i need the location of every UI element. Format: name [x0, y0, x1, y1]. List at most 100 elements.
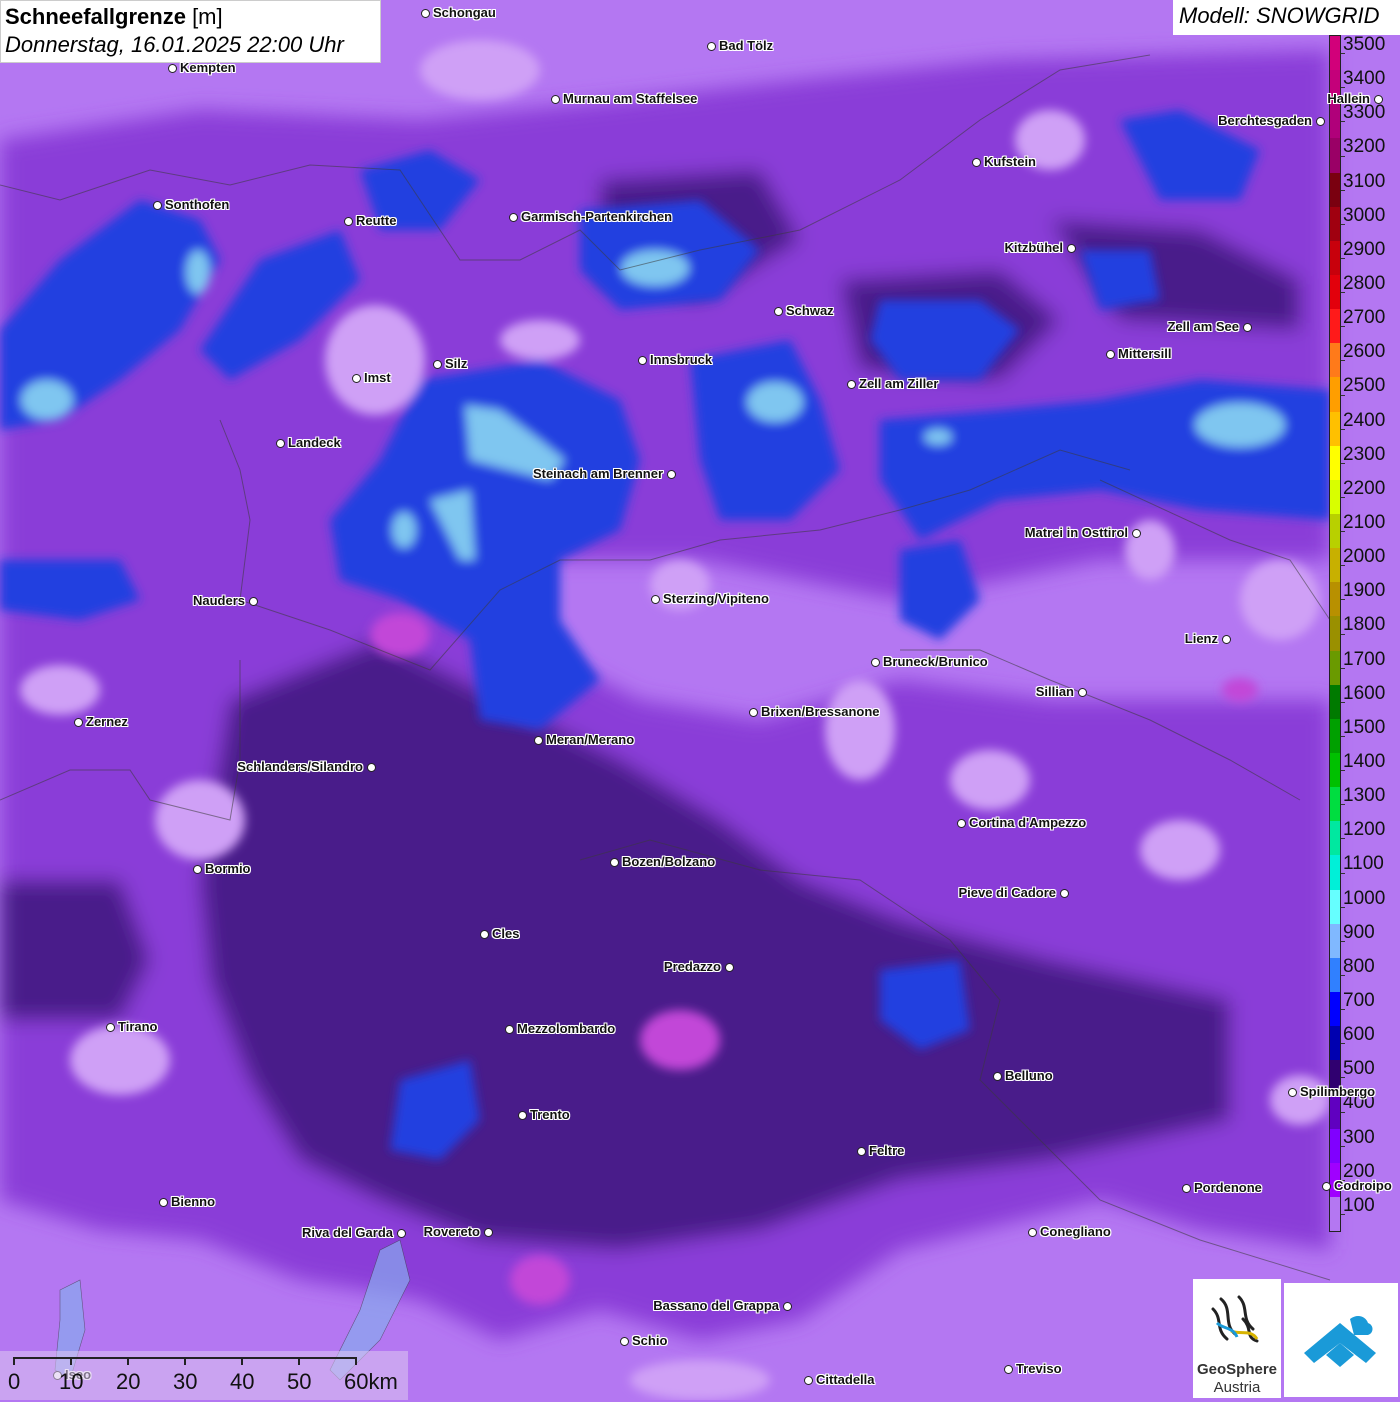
city-marker[interactable]	[1106, 350, 1115, 359]
legend-label: 1900	[1343, 580, 1386, 602]
city-marker[interactable]	[957, 819, 966, 828]
city-marker[interactable]	[505, 1025, 514, 1034]
city-marker[interactable]	[610, 858, 619, 867]
city-marker[interactable]	[783, 1302, 792, 1311]
city-label: Belluno	[1005, 1068, 1053, 1083]
city-marker[interactable]	[1060, 889, 1069, 898]
city-marker[interactable]	[153, 201, 162, 210]
legend-color-swatch	[1330, 138, 1340, 174]
city-marker[interactable]	[74, 718, 83, 727]
city-marker[interactable]	[480, 930, 489, 939]
legend-color-swatch	[1330, 992, 1340, 1027]
legend-label: 1400	[1343, 751, 1386, 772]
city-marker[interactable]	[484, 1228, 493, 1237]
legend-color-swatch	[1330, 923, 1340, 959]
city-marker[interactable]	[421, 9, 430, 18]
city-marker[interactable]	[1067, 244, 1076, 253]
legend-tick	[1341, 292, 1345, 294]
city-label: Mittersill	[1118, 346, 1172, 361]
city-label: Bassano del Grappa	[653, 1298, 779, 1313]
legend-color-swatch	[1330, 1196, 1340, 1232]
city-marker[interactable]	[774, 307, 783, 316]
legend-tick	[1341, 735, 1345, 737]
city-label: Treviso	[1016, 1361, 1062, 1376]
legend-color-swatch	[1330, 343, 1340, 378]
city-marker[interactable]	[725, 963, 734, 972]
scale-label: 20	[116, 1369, 141, 1394]
city-marker[interactable]	[551, 95, 560, 104]
city-marker[interactable]	[847, 380, 856, 389]
legend-label: 2100	[1343, 512, 1386, 533]
city-marker[interactable]	[667, 470, 676, 479]
legend-color-swatch	[1330, 821, 1340, 856]
legend-label: 100	[1343, 1194, 1375, 1216]
city-marker[interactable]	[651, 595, 660, 604]
city-marker[interactable]	[1322, 1182, 1331, 1191]
city-label: Conegliano	[1040, 1224, 1111, 1239]
geosphere-austria-logo[interactable]: GeoSphere Austria	[1193, 1279, 1281, 1398]
legend-color-swatch	[1330, 377, 1340, 413]
legend-label: 1500	[1343, 716, 1386, 738]
city-marker[interactable]	[534, 736, 543, 745]
legend-tick	[1341, 462, 1345, 464]
city-marker[interactable]	[367, 763, 376, 772]
city-marker[interactable]	[993, 1072, 1002, 1081]
city-marker[interactable]	[1374, 95, 1383, 104]
legend-tick	[1341, 872, 1345, 874]
city-marker[interactable]	[344, 217, 353, 226]
city-label: Codroipo	[1334, 1178, 1392, 1193]
city-label: Bienno	[171, 1194, 216, 1209]
legend-label: 1200	[1343, 819, 1386, 841]
city-marker[interactable]	[168, 64, 177, 73]
city-label: Cittadella	[816, 1372, 875, 1387]
city-label: Bozen/Bolzano	[622, 854, 716, 869]
legend-label: 2200	[1343, 477, 1386, 499]
city-marker[interactable]	[1243, 323, 1252, 332]
city-marker[interactable]	[249, 597, 258, 606]
scale-label: 60km	[344, 1369, 398, 1394]
city-marker[interactable]	[106, 1023, 115, 1032]
legend-label: 2500	[1343, 375, 1386, 397]
city-marker[interactable]	[1004, 1365, 1013, 1374]
scale-tick	[70, 1357, 72, 1365]
city-marker[interactable]	[1078, 688, 1087, 697]
city-marker[interactable]	[871, 658, 880, 667]
city-marker[interactable]	[1028, 1228, 1037, 1237]
city-marker[interactable]	[707, 42, 716, 51]
scale-label: 40	[230, 1369, 255, 1394]
city-label: Pordenone	[1194, 1180, 1262, 1195]
legend-color-swatch	[1330, 445, 1340, 481]
city-marker[interactable]	[518, 1111, 527, 1120]
city-label: Predazzo	[663, 959, 721, 974]
city-label: Kitzbühel	[1004, 240, 1064, 255]
city-marker[interactable]	[159, 1198, 168, 1207]
city-marker[interactable]	[1222, 635, 1231, 644]
legend-tick	[1341, 428, 1345, 430]
city-marker[interactable]	[193, 865, 202, 874]
legend-tick	[1341, 1213, 1345, 1215]
city-marker[interactable]	[1132, 529, 1141, 538]
city-marker[interactable]	[352, 374, 361, 383]
city-marker[interactable]	[972, 158, 981, 167]
legend-tick	[1341, 531, 1345, 533]
city-marker[interactable]	[397, 1229, 406, 1238]
city-marker[interactable]	[433, 360, 442, 369]
city-marker[interactable]	[749, 708, 758, 717]
city-marker[interactable]	[1288, 1088, 1297, 1097]
legend-tick	[1341, 701, 1345, 703]
legend-tick	[1341, 770, 1345, 772]
city-marker[interactable]	[1316, 117, 1325, 126]
city-marker[interactable]	[857, 1147, 866, 1156]
legend-color-swatch	[1330, 309, 1340, 344]
city-marker[interactable]	[620, 1337, 629, 1346]
city-marker[interactable]	[276, 439, 285, 448]
map-datetime: Donnerstag, 16.01.2025 22:00 Uhr	[5, 32, 344, 57]
snowgrid-logo[interactable]	[1284, 1283, 1398, 1397]
city-marker[interactable]	[1182, 1184, 1191, 1193]
city-marker[interactable]	[804, 1376, 813, 1385]
city-marker[interactable]	[638, 356, 647, 365]
city-marker[interactable]	[509, 213, 518, 222]
legend-color-swatch	[1330, 1128, 1340, 1164]
color-legend	[1329, 35, 1341, 1232]
legend-color-swatch	[1330, 240, 1340, 276]
